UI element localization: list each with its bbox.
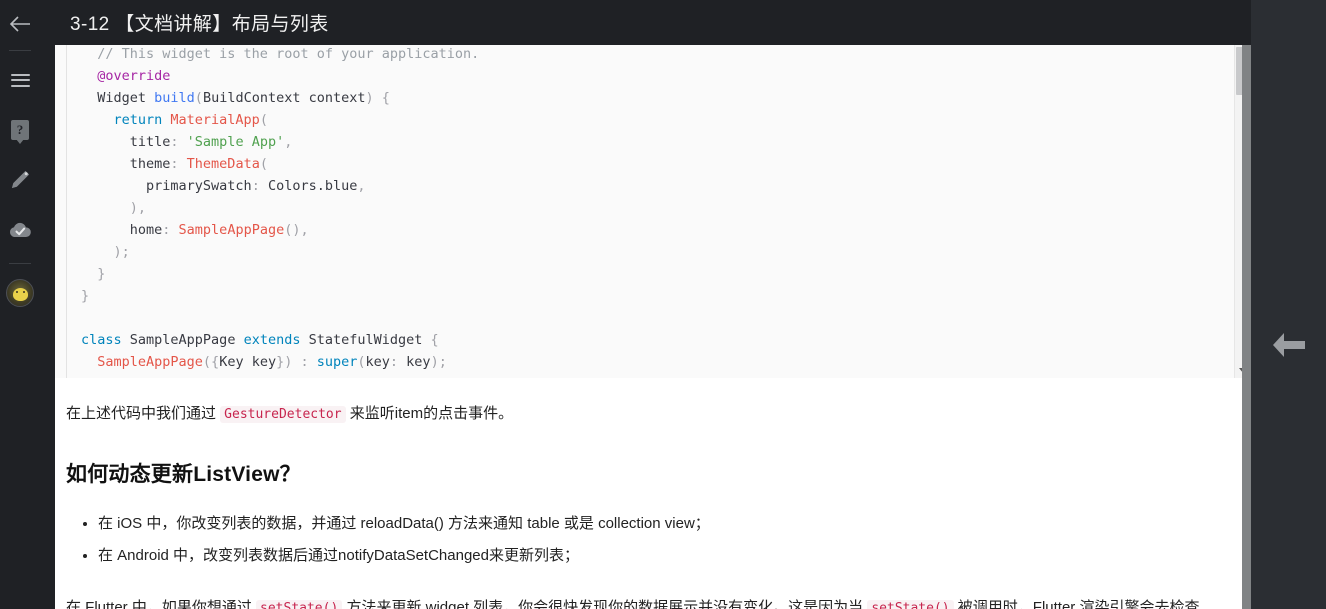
arrow-left-icon [9,16,30,32]
left-icon-rail: ? [0,0,40,609]
question-mark-icon: ? [11,120,29,144]
paragraph-setstate: 在 Flutter 中，如果你想通过 setState() 方法来更新 widg… [66,594,1211,609]
paragraph-1-after: 来监听item的点击事件。 [345,405,514,422]
inline-code-gesturedetector: GestureDetector [220,406,346,423]
inline-code-setstate-2: setState() [867,600,954,609]
code-block-text: // This widget is the root of your appli… [81,46,480,370]
article-text: 在上述代码中我们通过 GestureDetector 来监听item的点击事件。… [55,400,1251,609]
avatar-face-icon [12,288,28,301]
document-body: // This widget is the root of your appli… [55,45,1251,609]
avatar [6,279,34,307]
section-heading-update-listview: 如何动态更新ListView？ [66,463,301,486]
previous-lesson-button[interactable] [1269,328,1309,367]
document-content-panel: // This widget is the root of your appli… [55,45,1251,609]
sidebar-back-button[interactable] [0,0,40,48]
cloud-check-icon [9,222,31,237]
page-title: 3-12 【文档讲解】布局与列表 [70,14,329,35]
page-scrollbar-thumb[interactable] [1242,45,1251,609]
paragraph-2-part-3: 被调用时，Flutter 渲染引擎会去 [953,599,1170,609]
sidebar-item-help[interactable]: ? [0,105,40,155]
code-block-container[interactable]: // This widget is the root of your appli… [55,45,1251,378]
sidebar-item-sync[interactable] [0,205,40,255]
inline-code-setstate-1: setState() [256,600,343,609]
app-root: ? 3-12 【文档讲解】布局与列表 // This widget is the… [0,0,1326,609]
hamburger-menu-icon [10,73,30,87]
header-bar: 3-12 【文档讲解】布局与列表 [40,0,1326,45]
paragraph-1-before: 在上述代码中我们通过 [66,405,221,422]
sidebar-item-account[interactable] [0,268,40,318]
page-scrollbar[interactable] [1242,45,1251,609]
pencil-icon [11,170,30,189]
paragraph-2-part-1: 在 Flutter 中，如果你想通过 [66,599,257,609]
right-side-panel [1251,0,1326,609]
bullet-list: 在 iOS 中，你改变列表的数据，并通过 reloadData() 方法来通知 … [66,508,1211,572]
sidebar-item-edit[interactable] [0,155,40,205]
paragraph-gesture-detector: 在上述代码中我们通过 GestureDetector 来监听item的点击事件。 [66,400,1211,428]
list-item: 在 Android 中，改变列表数据后通过notifyDataSetChange… [98,540,1211,572]
sidebar-item-menu[interactable] [0,55,40,105]
code-block: // This widget is the root of your appli… [66,45,1227,378]
arrow-left-icon [1272,333,1305,357]
rail-divider-bottom [9,263,31,264]
list-item: 在 iOS 中，你改变列表的数据，并通过 reloadData() 方法来通知 … [98,508,1211,540]
rail-divider-top [9,50,31,51]
paragraph-2-part-2: 方法来更新 widget 列表，你会很快发现你的数据展示并没有变化。这是因为当 [342,599,868,609]
